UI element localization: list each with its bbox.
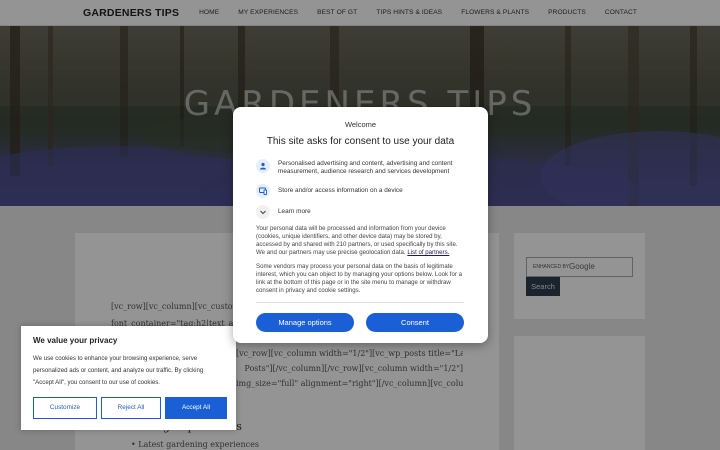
divider	[256, 302, 464, 303]
cookie-title: We value your privacy	[33, 336, 118, 345]
customize-button[interactable]: Customize	[33, 397, 97, 419]
learn-more-label[interactable]: Learn more	[278, 208, 468, 216]
dialog-welcome: Welcome	[344, 120, 377, 129]
consent-button[interactable]: Consent	[366, 313, 464, 332]
partners-link[interactable]: List of partners.	[407, 249, 449, 256]
personalised-ads-icon	[256, 159, 270, 173]
consent-body-paragraph-2: Some vendors may process your personal d…	[256, 263, 462, 295]
accept-all-button[interactable]: Accept All	[165, 397, 227, 419]
consent-body-text: Your personal data will be processed and…	[256, 225, 466, 257]
cookie-text: We use cookies to enhance your browsing …	[33, 355, 204, 387]
cookie-banner: We value your privacy We use cookies to …	[21, 326, 236, 430]
consent-dialog: Welcome This site asks for consent to us…	[233, 107, 488, 343]
purpose-text: Store and/or access information on a dev…	[278, 187, 403, 194]
chevron-down-icon[interactable]	[256, 205, 270, 219]
purpose-text: Personalised advertising and content, ad…	[278, 160, 453, 175]
device-storage-icon	[256, 184, 270, 198]
manage-options-button[interactable]: Manage options	[256, 313, 354, 332]
dialog-title: This site asks for consent to use your d…	[266, 136, 455, 147]
reject-all-button[interactable]: Reject All	[101, 397, 161, 419]
